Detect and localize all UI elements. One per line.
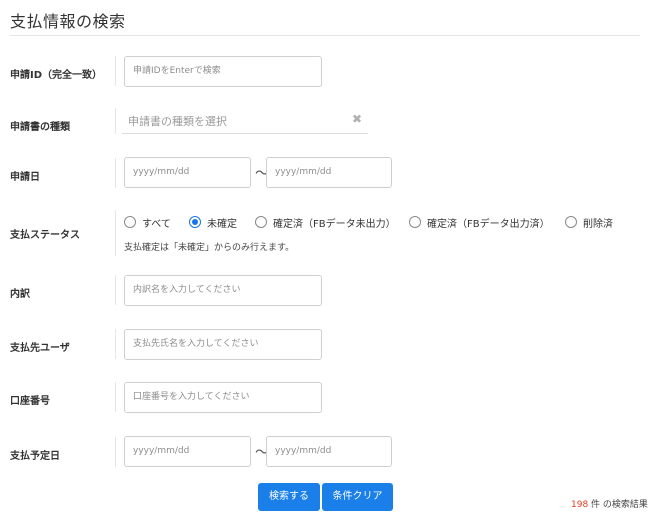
status-radio-unconfirmed[interactable]: 未確定 <box>189 214 237 230</box>
application-type-select[interactable]: 申請書の種類を選択 ✖ <box>122 108 368 134</box>
radio-label: 未確定 <box>207 218 237 230</box>
search-button[interactable]: 検索する <box>258 483 320 511</box>
breakdown-input[interactable]: 内訳名を入力してください <box>124 275 322 306</box>
radio-label: 確定済（FBデータ未出力） <box>273 218 396 230</box>
scheduled-payment-date-label: 支払予定日 <box>10 451 60 462</box>
payee-user-label: 支払先ユーザ <box>10 343 70 354</box>
row-divider <box>115 275 116 305</box>
application-type-placeholder: 申請書の種類を選択 <box>128 115 227 128</box>
row-divider <box>115 437 116 467</box>
status-radio-deleted[interactable]: 削除済 <box>565 214 613 230</box>
radio-label: 削除済 <box>583 218 613 230</box>
row-divider <box>115 108 116 134</box>
application-date-label: 申請日 <box>10 172 40 183</box>
title-divider <box>10 35 640 36</box>
radio-button-selected[interactable] <box>189 216 201 228</box>
radio-button[interactable] <box>255 216 267 228</box>
payment-status-label: 支払ステータス <box>10 230 80 241</box>
row-divider <box>115 382 116 412</box>
result-count-suffix: 件 の検索結果 <box>588 500 648 510</box>
status-radio-confirmed-fb-unexported[interactable]: 確定済（FBデータ未出力） <box>255 214 396 230</box>
search-result-count: 198 件 の検索結果 <box>571 497 648 510</box>
result-count-number: 198 <box>571 500 589 510</box>
application-date-from-input[interactable]: yyyy/mm/dd <box>124 157 251 188</box>
radio-label: すべて <box>142 218 171 230</box>
clear-icon[interactable]: ✖ <box>352 112 362 126</box>
radio-label: 確定済（FBデータ出力済） <box>427 218 550 230</box>
page-title: 支払情報の検索 <box>10 12 126 31</box>
row-divider <box>115 158 116 188</box>
status-note: 支払確定は「未確定」からのみ行えます。 <box>124 243 295 253</box>
application-date-to-input[interactable]: yyyy/mm/dd <box>266 157 392 188</box>
radio-button[interactable] <box>409 216 421 228</box>
row-divider <box>115 210 116 256</box>
radio-button[interactable] <box>565 216 577 228</box>
application-id-input[interactable]: 申請IDをEnterで検索 <box>124 56 322 87</box>
row-divider <box>115 56 116 86</box>
application-id-label: 申請ID（完全一致） <box>10 70 103 81</box>
scheduled-date-from-input[interactable]: yyyy/mm/dd <box>124 436 251 467</box>
status-radio-all[interactable]: すべて <box>124 214 171 230</box>
breakdown-label: 内訳 <box>10 289 30 300</box>
account-number-input[interactable]: 口座番号を入力してください <box>124 382 322 413</box>
payee-user-input[interactable]: 支払先氏名を入力してください <box>124 329 322 360</box>
clear-conditions-button[interactable]: 条件クリア <box>322 483 393 511</box>
status-radio-confirmed-fb-exported[interactable]: 確定済（FBデータ出力済） <box>409 214 550 230</box>
scheduled-date-to-input[interactable]: yyyy/mm/dd <box>266 436 392 467</box>
radio-button[interactable] <box>124 216 136 228</box>
account-number-label: 口座番号 <box>10 396 50 407</box>
application-type-label: 申請書の種類 <box>10 122 70 133</box>
row-divider <box>115 329 116 359</box>
